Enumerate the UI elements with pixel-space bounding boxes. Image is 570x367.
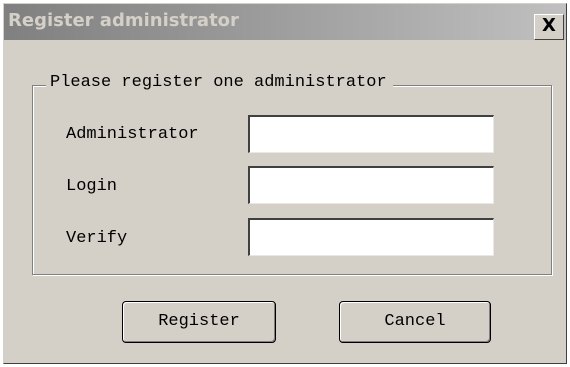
close-button[interactable]: X: [534, 14, 564, 40]
groupbox-title: Please register one administrator: [46, 72, 393, 94]
title-bar[interactable]: Register administrator X: [4, 4, 566, 40]
administrator-input[interactable]: [248, 115, 494, 153]
verify-input[interactable]: [248, 218, 494, 256]
close-icon: X: [542, 15, 556, 36]
login-input[interactable]: [248, 166, 494, 204]
administrator-label: Administrator: [66, 125, 199, 144]
window-title: Register administrator: [8, 10, 239, 31]
verify-label: Verify: [66, 229, 128, 248]
register-button[interactable]: Register: [122, 301, 276, 343]
login-label: Login: [66, 177, 118, 196]
cancel-button[interactable]: Cancel: [339, 301, 491, 343]
